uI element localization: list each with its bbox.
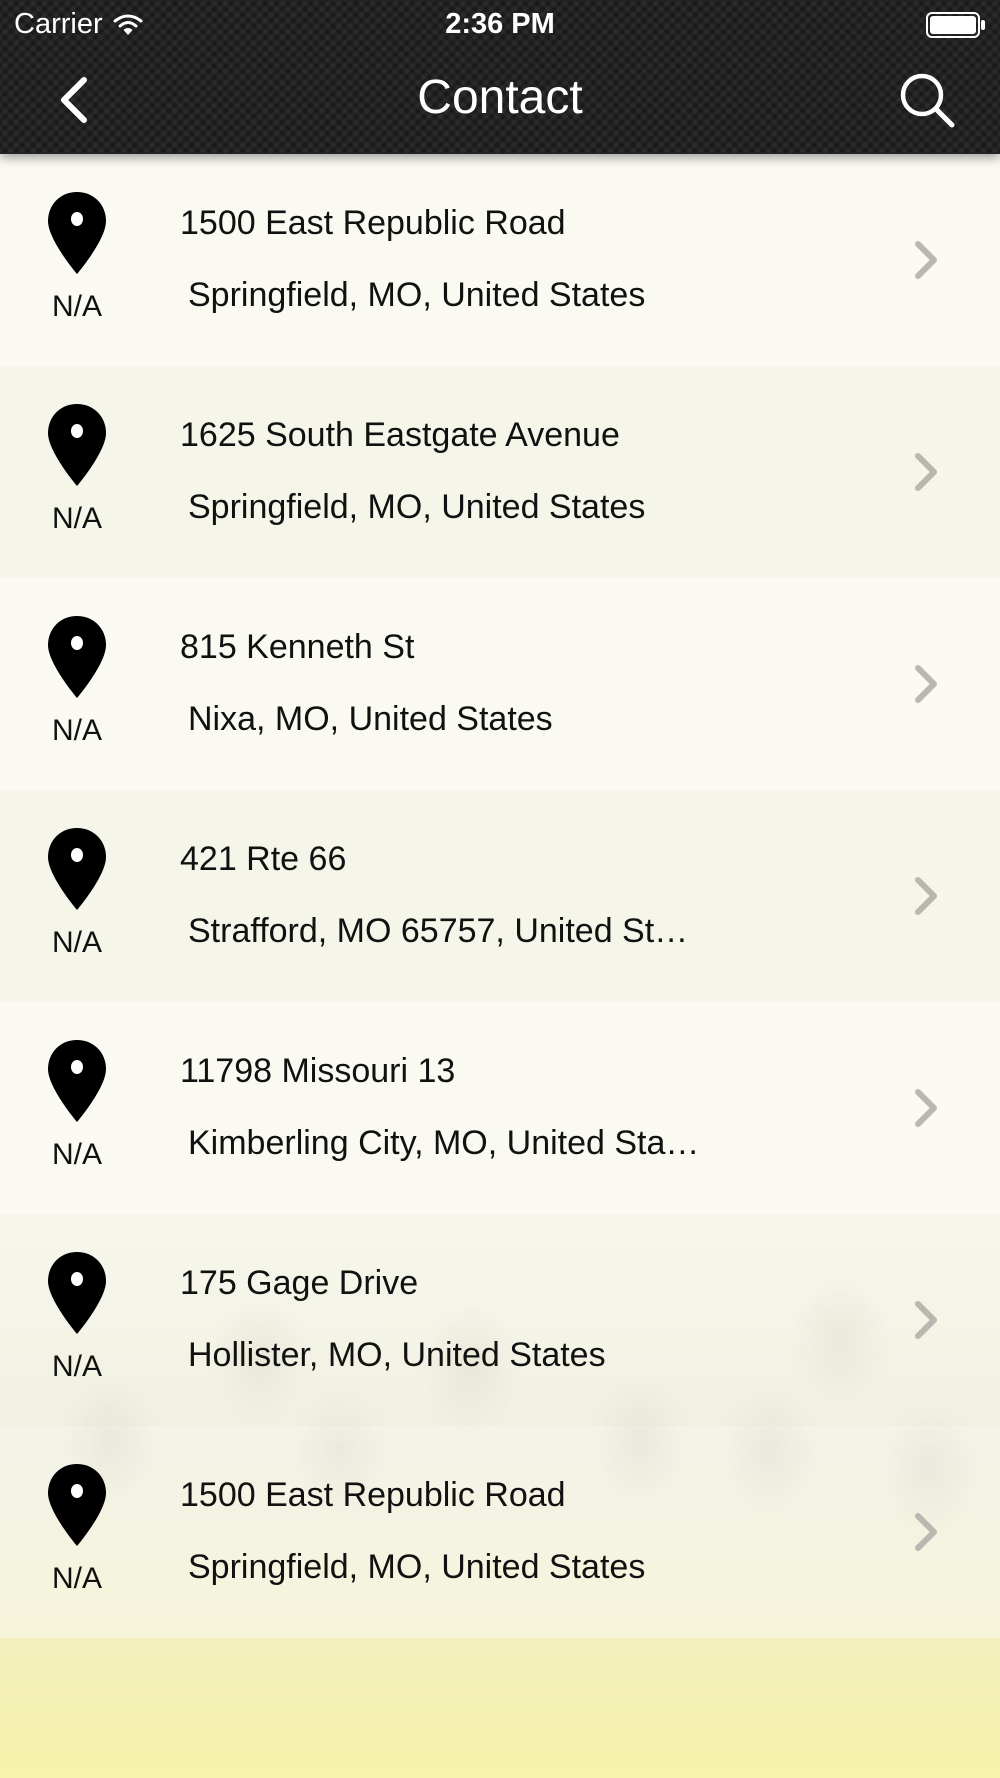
city-address: Springfield, MO, United States — [188, 1548, 646, 1586]
map-pin-icon — [48, 192, 106, 274]
street-address: 421 Rte 66 — [180, 840, 347, 878]
location-list: N/A 1500 East Republic Road Springfield,… — [0, 154, 1000, 1638]
city-address: Springfield, MO, United States — [188, 276, 646, 314]
distance-label: N/A — [51, 502, 102, 535]
search-button[interactable] — [896, 70, 958, 130]
city-address: Kimberling City, MO, United Sta… — [188, 1124, 700, 1162]
street-address: 1625 South Eastgate Avenue — [180, 416, 620, 454]
map-pin-icon — [48, 404, 106, 486]
location-row[interactable]: N/A 1500 East Republic Road Springfield,… — [0, 1426, 1000, 1638]
city-address: Hollister, MO, United States — [188, 1336, 606, 1374]
chevron-right-icon — [915, 453, 937, 491]
location-row[interactable]: N/A 11798 Missouri 13 Kimberling City, M… — [0, 1002, 1000, 1214]
location-row[interactable]: N/A 1625 South Eastgate Avenue Springfie… — [0, 366, 1000, 578]
chevron-right-icon — [915, 241, 937, 279]
chevron-right-icon — [915, 877, 937, 915]
map-pin-icon — [48, 1040, 106, 1122]
distance-label: N/A — [51, 1138, 102, 1171]
street-address: 11798 Missouri 13 — [180, 1052, 456, 1090]
distance-label: N/A — [51, 1350, 102, 1383]
distance-label: N/A — [51, 1562, 102, 1595]
distance-label: N/A — [51, 926, 102, 959]
street-address: 1500 East Republic Road — [180, 1476, 566, 1514]
chevron-right-icon — [915, 665, 937, 703]
map-pin-icon — [48, 1252, 106, 1334]
location-row[interactable]: N/A 421 Rte 66 Strafford, MO 65757, Unit… — [0, 790, 1000, 1002]
status-time: 2:36 PM — [445, 8, 555, 40]
street-address: 175 Gage Drive — [180, 1264, 419, 1302]
top-bar: Carrier 2:36 PM Contact — [0, 0, 1000, 154]
chevron-right-icon — [915, 1089, 937, 1127]
map-pin-icon — [48, 1464, 106, 1546]
location-row[interactable]: N/A 175 Gage Drive Hollister, MO, United… — [0, 1214, 1000, 1426]
chevron-right-icon — [915, 1513, 937, 1551]
location-row[interactable]: N/A 815 Kenneth St Nixa, MO, United Stat… — [0, 578, 1000, 790]
street-address: 1500 East Republic Road — [180, 204, 566, 242]
map-pin-icon — [48, 616, 106, 698]
location-row[interactable]: N/A 1500 East Republic Road Springfield,… — [0, 154, 1000, 366]
distance-label: N/A — [51, 290, 102, 323]
battery-icon — [926, 12, 985, 38]
distance-label: N/A — [51, 714, 102, 747]
city-address: Strafford, MO 65757, United St… — [188, 912, 689, 950]
chevron-right-icon — [915, 1301, 937, 1339]
city-address: Springfield, MO, United States — [188, 488, 646, 526]
search-icon — [900, 73, 955, 128]
map-pin-icon — [48, 828, 106, 910]
city-address: Nixa, MO, United States — [188, 700, 553, 738]
street-address: 815 Kenneth St — [180, 628, 415, 666]
page-title: Contact — [417, 71, 583, 124]
